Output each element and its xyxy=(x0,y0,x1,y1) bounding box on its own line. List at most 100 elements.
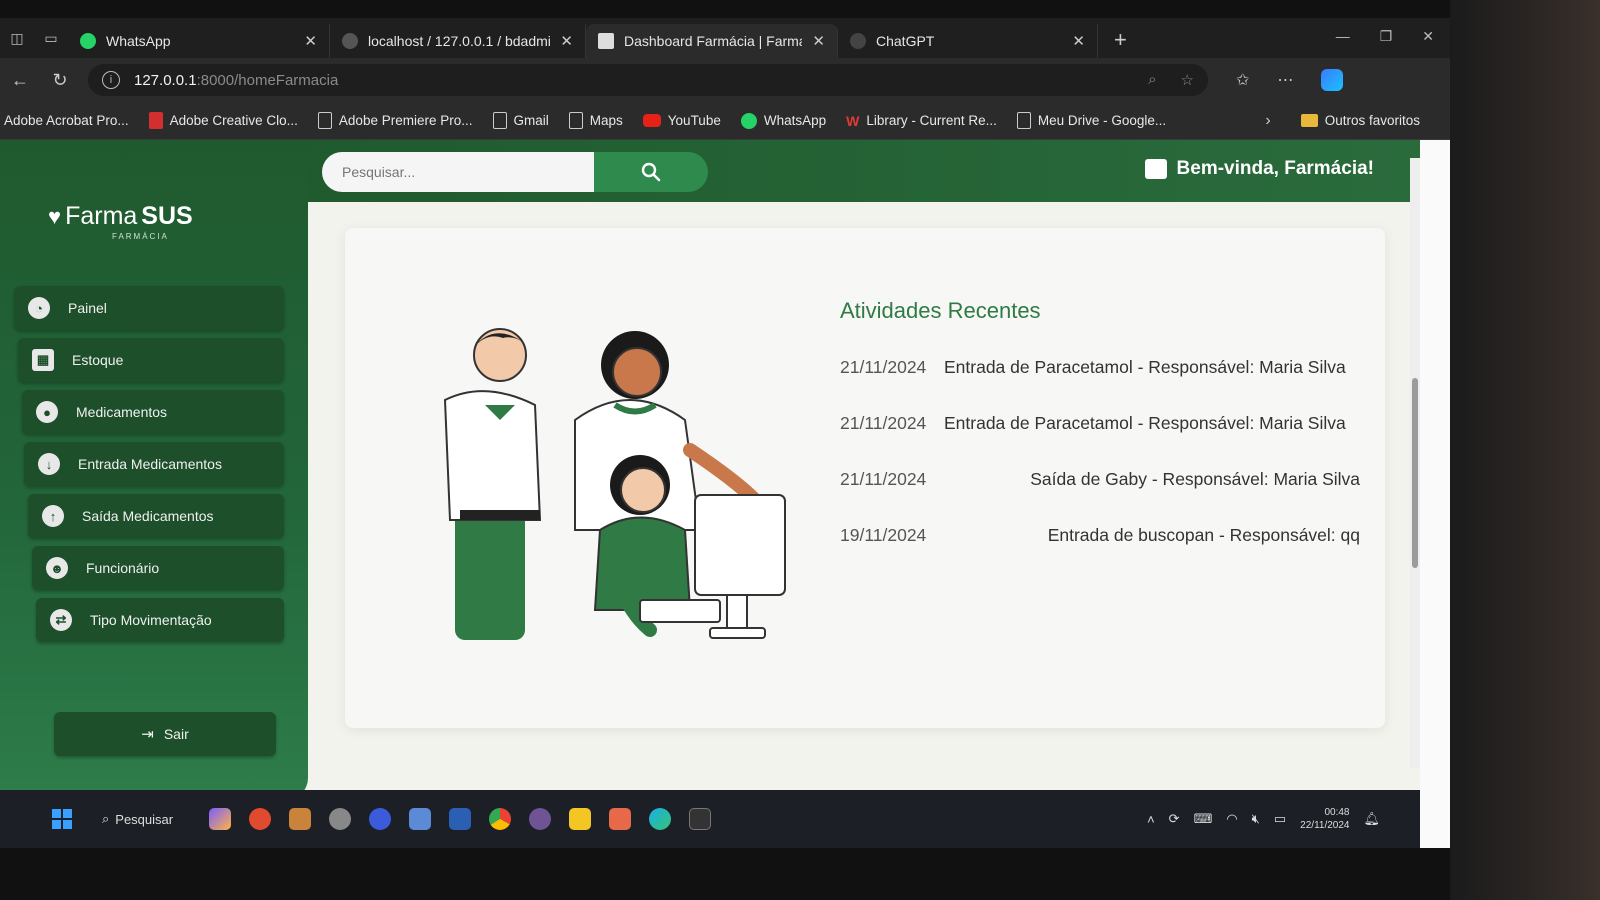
battery-icon[interactable]: ▭ xyxy=(1274,811,1286,827)
github-app-icon[interactable] xyxy=(529,808,552,830)
chevron-right-icon[interactable]: › xyxy=(1265,112,1270,130)
bookmark-library[interactable]: W Library - Current Re... xyxy=(846,113,997,129)
sidebar-item-entrada-medicamentos[interactable]: ↓ Entrada Medicamentos xyxy=(24,442,284,486)
bookmark-label: Adobe Premiere Pro... xyxy=(338,113,473,128)
logo-text: Farma xyxy=(65,202,138,230)
chrome-app-icon[interactable] xyxy=(489,808,512,830)
store-app-icon[interactable] xyxy=(289,808,312,830)
zoom-icon[interactable]: ⌕ xyxy=(1148,71,1156,89)
farmasus-logo[interactable]: ♥ Farma SUS xyxy=(48,202,193,231)
sidebar-item-funcionario[interactable]: ☻ Funcionário xyxy=(32,546,284,590)
keyboard-icon[interactable]: ⌨ xyxy=(1194,811,1213,827)
logout-button[interactable]: ⇥ Sair xyxy=(54,712,276,756)
logout-label: Sair xyxy=(163,726,189,742)
more-options-icon[interactable]: ⋯ xyxy=(1277,70,1293,90)
bookmark-label: Meu Drive - Google... xyxy=(1037,113,1167,128)
page-scrollbar[interactable] xyxy=(1410,158,1420,768)
bookmark-label: WhatsApp xyxy=(763,113,827,128)
sidebar-item-medicamentos[interactable]: ● Medicamentos xyxy=(22,390,284,434)
tab-dashboard[interactable]: Dashboard Farmácia | FarmaSUS ✕ xyxy=(586,24,838,58)
app-icon[interactable] xyxy=(369,808,392,830)
copilot-icon[interactable] xyxy=(1321,69,1344,91)
sync-icon[interactable]: ⟳ xyxy=(1169,811,1180,827)
close-icon[interactable]: ✕ xyxy=(304,32,317,50)
sidebar-item-painel[interactable]: ◔ Painel xyxy=(14,286,284,330)
edge-app-icon[interactable] xyxy=(649,808,672,830)
volume-muted-icon[interactable]: 🔇︎ xyxy=(1252,811,1260,827)
tab-title: WhatsApp xyxy=(106,33,171,49)
favorite-star-icon[interactable]: ☆ xyxy=(1181,71,1194,89)
bookmark-label: Adobe Acrobat Pro... xyxy=(4,113,129,128)
activity-item: 21/11/2024 Saída de Gaby - Responsável: … xyxy=(840,462,1360,496)
tab-actions-icon[interactable]: ▭ xyxy=(34,18,68,58)
document-icon xyxy=(317,112,332,129)
folder-icon xyxy=(1300,114,1318,127)
other-favorites-folder[interactable]: Outros favoritos xyxy=(1300,113,1420,128)
bookmark-premiere[interactable]: Adobe Premiere Pro... xyxy=(317,112,473,129)
copilot-app-icon[interactable] xyxy=(209,808,232,830)
powerpoint-app-icon[interactable] xyxy=(249,808,272,830)
word-app-icon[interactable] xyxy=(449,808,472,830)
favorites-icon[interactable]: ✩ xyxy=(1236,70,1249,90)
wifi-icon[interactable]: ◠ xyxy=(1226,811,1237,827)
whatsapp-icon xyxy=(740,112,757,129)
site-info-icon[interactable]: i xyxy=(102,71,120,89)
bookmark-acrobat[interactable]: Adobe Acrobat Pro... xyxy=(4,113,129,128)
taskbar-apps xyxy=(209,808,712,830)
bookmark-youtube[interactable]: YouTube xyxy=(642,113,721,128)
bookmark-drive[interactable]: Meu Drive - Google... xyxy=(1016,112,1167,129)
sidebar-item-estoque[interactable]: ▦ Estoque xyxy=(18,338,284,382)
sidebar-item-label: Estoque xyxy=(72,352,124,368)
sidebar-item-tipo-movimentacao[interactable]: ⇄ Tipo Movimentação xyxy=(36,598,284,642)
new-tab-button[interactable]: + xyxy=(1098,27,1143,53)
logo-text-bold: SUS xyxy=(141,202,193,230)
clock[interactable]: 00:48 22/11/2024 xyxy=(1300,806,1349,832)
workspaces-icon[interactable]: ◫ xyxy=(0,18,34,58)
activity-item: 21/11/2024 Entrada de Paracetamol - Resp… xyxy=(840,350,1360,384)
bookmark-whatsapp[interactable]: WhatsApp xyxy=(740,112,827,129)
sidebar-item-saida-medicamentos[interactable]: ↑ Saída Medicamentos xyxy=(28,494,284,538)
taskbar-search-label: Pesquisar xyxy=(115,811,174,827)
dashboard-card: Atividades Recentes 21/11/2024 Entrada d… xyxy=(345,228,1385,728)
close-icon[interactable]: ✕ xyxy=(1072,32,1085,50)
sidebar-item-label: Funcionário xyxy=(86,560,160,576)
welcome-text: Bem-vinda, Farmácia! xyxy=(1176,158,1374,179)
bookmark-gmail[interactable]: Gmail xyxy=(492,112,549,129)
close-window-icon[interactable]: ✕ xyxy=(1422,28,1434,45)
search-form xyxy=(322,152,708,192)
search-button[interactable] xyxy=(594,152,708,192)
boxes-icon: ▦ xyxy=(32,349,54,371)
tab-chatgpt[interactable]: ChatGPT ✕ xyxy=(838,24,1098,58)
heart-logo-icon: ♥ xyxy=(48,203,62,229)
bookmark-label: Gmail xyxy=(513,113,549,128)
arrow-up-circle-icon: ↑ xyxy=(42,505,64,527)
back-icon[interactable]: ← xyxy=(0,70,40,91)
reload-icon[interactable]: ↻ xyxy=(40,70,80,91)
tab-whatsapp[interactable]: WhatsApp ✕ xyxy=(68,24,330,58)
bookmark-creative-cloud[interactable]: Adobe Creative Clo... xyxy=(148,112,298,129)
bookmark-maps[interactable]: Maps xyxy=(568,112,623,129)
activity-item: 19/11/2024 Entrada de buscopan - Respons… xyxy=(840,518,1360,552)
url-host: 127.0.0.1 xyxy=(134,71,197,89)
scrollbar-thumb[interactable] xyxy=(1412,378,1418,568)
system-tray: ˄ ⟳ ⌨ ◠ 🔇︎ ▭ 00:48 22/11/2024 🔔︎ xyxy=(1147,806,1380,832)
chevron-up-icon[interactable]: ˄ xyxy=(1147,812,1155,827)
sidebar-menu: ◔ Painel ▦ Estoque ● Medicamentos ↓ Entrada … xyxy=(14,286,284,650)
document-icon xyxy=(492,112,507,129)
bookmark-label: Library - Current Re... xyxy=(866,113,997,128)
close-icon[interactable]: ✕ xyxy=(560,32,573,50)
settings-app-icon[interactable] xyxy=(329,808,352,830)
file-explorer-icon[interactable] xyxy=(569,808,592,830)
xampp-app-icon[interactable] xyxy=(609,808,632,830)
restore-icon[interactable]: ❐ xyxy=(1380,28,1393,45)
close-icon[interactable]: ✕ xyxy=(812,32,825,50)
notification-icon[interactable]: 🔔︎ xyxy=(1363,811,1380,827)
gear-app-icon[interactable] xyxy=(409,808,432,830)
minimize-icon[interactable]: — xyxy=(1336,28,1350,45)
terminal-app-icon[interactable] xyxy=(689,808,712,830)
windows-start-icon[interactable] xyxy=(52,809,72,829)
taskbar-search[interactable]: ⌕ Pesquisar xyxy=(102,811,173,827)
tab-phpmyadmin[interactable]: localhost / 127.0.0.1 / bdadming ✕ xyxy=(330,24,586,58)
address-bar[interactable]: i 127.0.0.1:8000/homeFarmacia ⌕ ☆ xyxy=(88,64,1208,96)
search-input[interactable] xyxy=(322,152,594,192)
